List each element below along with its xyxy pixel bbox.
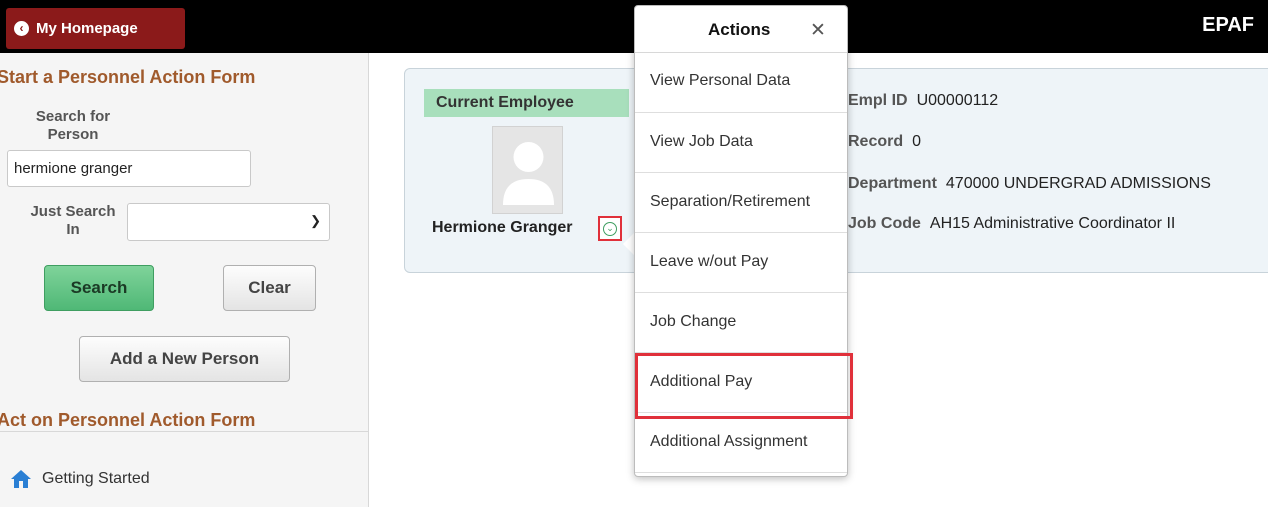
add-new-person-button[interactable]: Add a New Person [79, 336, 290, 382]
chevron-left-icon: ‹ [14, 21, 29, 36]
getting-started-label: Getting Started [42, 470, 150, 487]
divider [0, 431, 369, 432]
menu-item-view-personal-data[interactable]: View Personal Data [635, 53, 847, 113]
my-homepage-button[interactable]: ‹ My Homepage [6, 8, 185, 49]
record-key: Record [848, 133, 904, 150]
person-silhouette-icon [503, 142, 554, 205]
record-value: 0 [912, 133, 922, 150]
menu-item-leave-without-pay[interactable]: Leave w/out Pay [635, 233, 847, 293]
chevron-down-icon: ❯ [310, 213, 321, 228]
menu-item-additional-pay[interactable]: Additional Pay [635, 353, 853, 419]
empl-id-value: U00000112 [916, 92, 999, 109]
empl-id-key: Empl ID [848, 92, 908, 109]
section-heading-act: Act on Personnel Action Form [0, 410, 256, 430]
actions-popup: Actions ✕ View Personal Data View Job Da… [634, 5, 853, 477]
record-row: Record 0 [848, 133, 921, 151]
department-row: Department 470000 UNDERGRAD ADMISSIONS [848, 175, 1211, 193]
department-key: Department [848, 175, 937, 192]
just-search-in-label: Just Search In [30, 203, 116, 238]
search-person-input[interactable]: hermione granger [7, 150, 251, 187]
my-homepage-label: My Homepage [36, 20, 138, 37]
section-heading-start: Start a Personnel Action Form [0, 67, 256, 87]
app-title: EPAF [1202, 14, 1254, 36]
job-code-row: Job Code AH15 Administrative Coordinator … [848, 215, 1175, 233]
popup-header: Actions ✕ [635, 6, 847, 53]
current-employee-badge: Current Employee [424, 89, 629, 117]
just-search-in-select[interactable]: ❯ [127, 203, 330, 241]
popup-title: Actions [708, 20, 771, 39]
avatar [492, 126, 563, 214]
job-code-key: Job Code [848, 215, 921, 232]
actions-dropdown-icon[interactable]: ⌄ [598, 216, 622, 241]
job-code-value: AH15 Administrative Coordinator II [929, 215, 1176, 232]
employee-name: Hermione Granger [432, 219, 573, 236]
menu-item-separation-retirement[interactable]: Separation/Retirement [635, 173, 847, 233]
close-icon[interactable]: ✕ [810, 19, 826, 42]
clear-button[interactable]: Clear [223, 265, 316, 311]
getting-started-link[interactable]: Getting Started [10, 469, 150, 489]
department-value: 470000 UNDERGRAD ADMISSIONS [945, 175, 1211, 192]
menu-item-job-change[interactable]: Job Change [635, 293, 847, 353]
menu-item-additional-assignment[interactable]: Additional Assignment [635, 413, 847, 473]
menu-item-view-job-data[interactable]: View Job Data [635, 113, 847, 173]
search-button[interactable]: Search [44, 265, 154, 311]
empl-id-row: Empl ID U00000112 [848, 92, 998, 110]
search-for-person-label: Search for Person [35, 108, 111, 143]
left-panel: Start a Personnel Action Form Search for… [0, 53, 369, 507]
home-icon [11, 470, 31, 488]
